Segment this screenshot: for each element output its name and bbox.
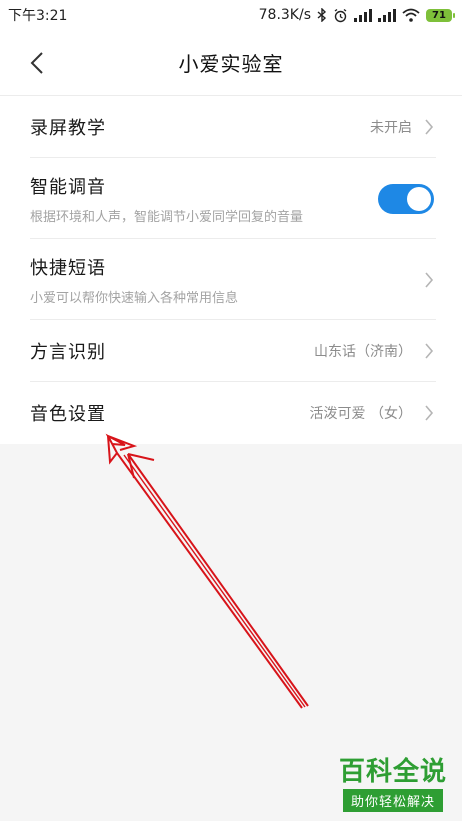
settings-list: 录屏教学 未开启 智能调音 根据环境和人声，智能调节小爱同学回复的音量 快捷短语… — [0, 96, 462, 444]
bluetooth-icon — [317, 8, 327, 22]
setting-title: 方言识别 — [30, 342, 106, 363]
setting-value: 活泼可爱 （女） — [309, 406, 412, 422]
smart-volume-toggle[interactable] — [378, 183, 434, 214]
chevron-right-icon — [424, 342, 434, 360]
alarm-icon — [333, 8, 348, 23]
net-speed: 78.3K/s — [258, 7, 311, 23]
page-title: 小爱实验室 — [178, 52, 284, 76]
setting-value: 山东话（济南） — [314, 344, 412, 360]
back-button[interactable] — [22, 48, 52, 78]
signal-icon-2 — [378, 8, 396, 22]
status-bar: 下午3:21 78.3K/s 71 — [0, 0, 462, 30]
battery-icon: 71 — [426, 8, 455, 22]
watermark-logo: 百科全说 助你轻松解决 — [333, 757, 453, 815]
watermark-title: 百科全说 — [338, 757, 447, 787]
setting-row-screen-recording[interactable]: 录屏教学 未开启 — [0, 96, 462, 158]
chevron-right-icon — [424, 118, 434, 136]
setting-row-voice-timbre[interactable]: 音色设置 活泼可爱 （女） — [0, 382, 462, 444]
setting-row-dialect[interactable]: 方言识别 山东话（济南） — [0, 320, 462, 382]
setting-value: 未开启 — [370, 120, 412, 136]
wifi-icon — [402, 8, 420, 22]
setting-subtitle: 小爱可以帮你快速输入各种常用信息 — [30, 290, 239, 306]
chevron-right-icon — [424, 271, 434, 289]
back-arrow-icon — [30, 52, 43, 74]
toggle-knob — [407, 186, 431, 211]
setting-title: 智能调音 — [30, 176, 106, 198]
setting-title: 快捷短语 — [30, 257, 106, 279]
status-time: 下午3:21 — [8, 8, 68, 24]
setting-row-quick-phrases[interactable]: 快捷短语 小爱可以帮你快速输入各种常用信息 — [0, 239, 462, 320]
watermark-subtitle: 助你轻松解决 — [342, 789, 443, 812]
setting-subtitle: 根据环境和人声，智能调节小爱同学回复的音量 — [30, 209, 304, 225]
chevron-right-icon — [424, 404, 434, 422]
signal-icon — [354, 8, 372, 22]
nav-bar: 小爱实验室 — [0, 30, 462, 96]
setting-title: 录屏教学 — [30, 118, 106, 139]
setting-row-smart-volume: 智能调音 根据环境和人声，智能调节小爱同学回复的音量 — [0, 158, 462, 239]
status-icons: 78.3K/s 71 — [258, 7, 455, 23]
setting-title: 音色设置 — [30, 404, 106, 425]
